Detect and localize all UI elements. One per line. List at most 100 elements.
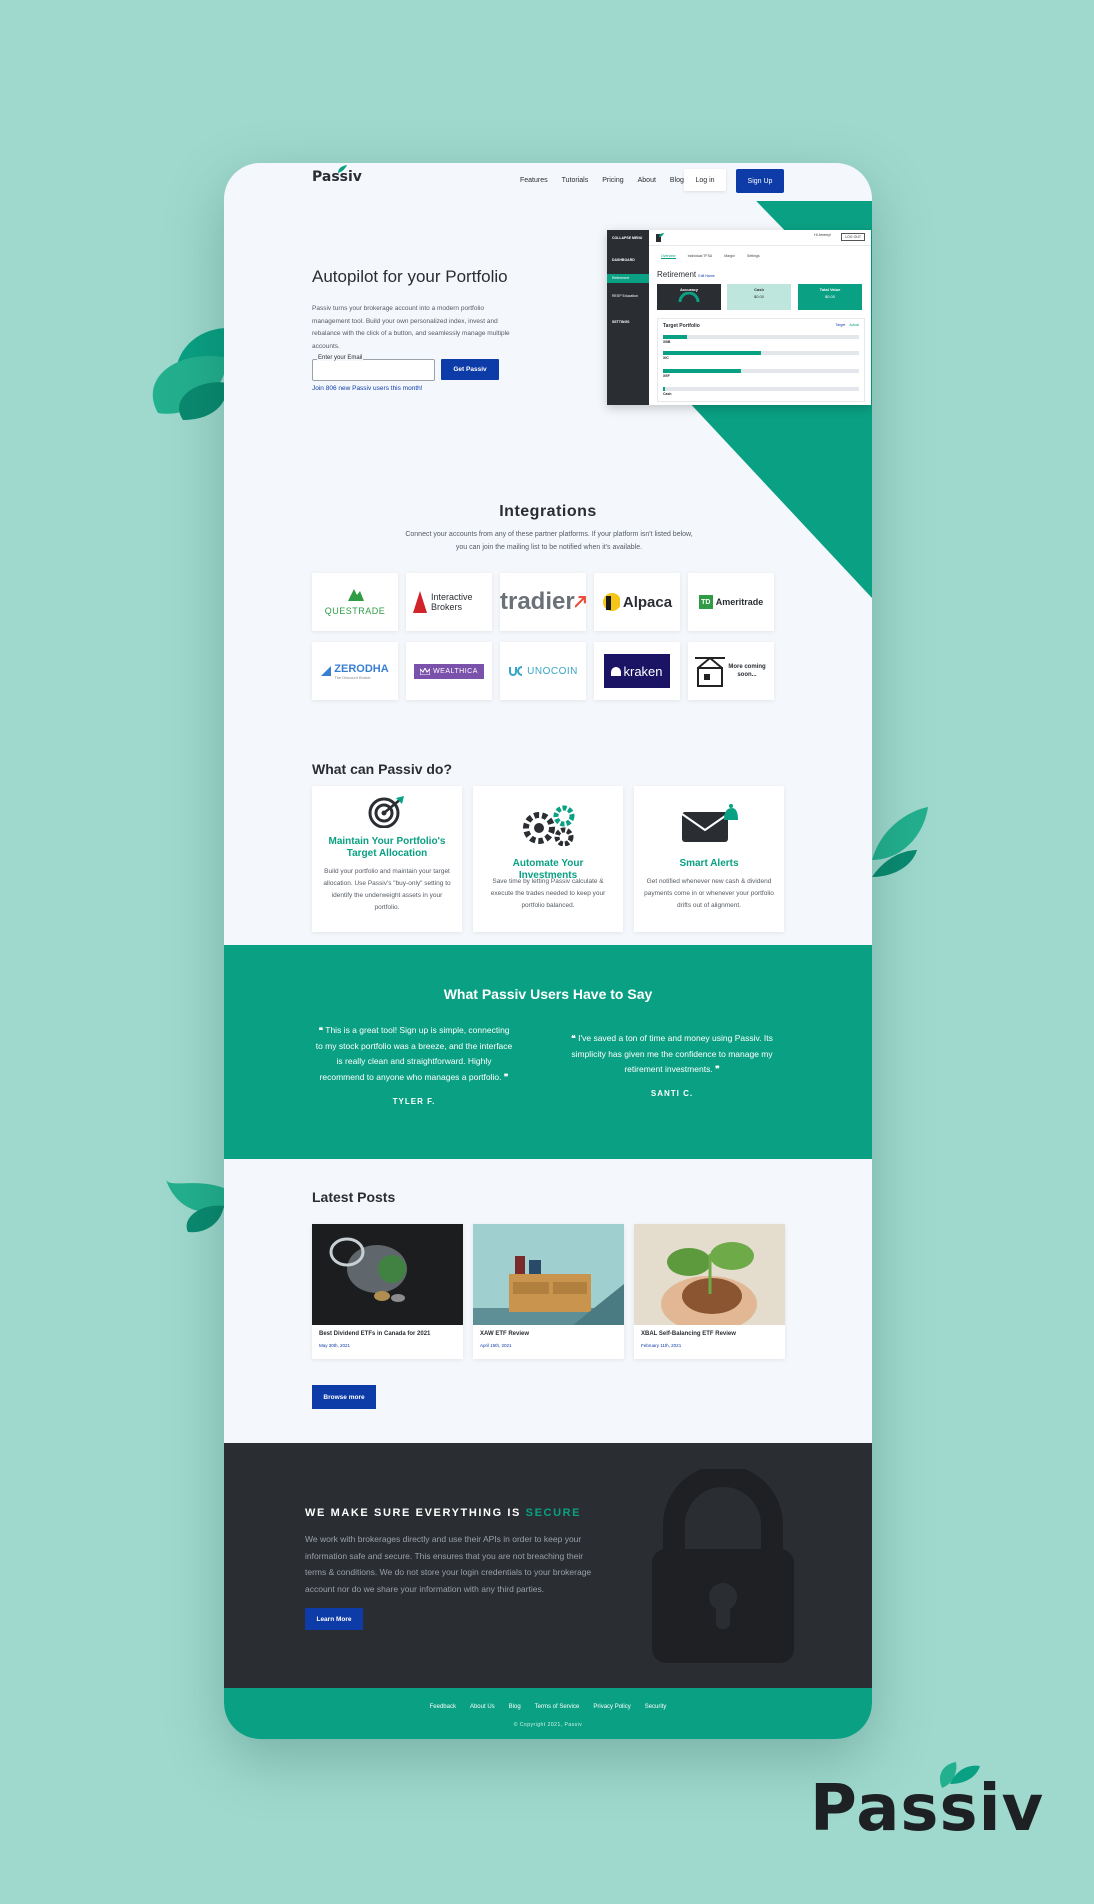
partner-unocoin[interactable]: UNOCOIN — [500, 642, 586, 700]
footer-link-security[interactable]: Security — [645, 1704, 667, 1710]
footer: Feedback About Us Blog Terms of Service … — [224, 1688, 872, 1739]
partner-ameritrade[interactable]: TD Ameritrade — [688, 573, 774, 631]
nav-link-features[interactable]: Features — [520, 177, 548, 184]
post-title: XAW ETF Review — [480, 1331, 530, 1337]
post-date: May 30th, 2021 — [319, 1343, 351, 1348]
nav-link-pricing[interactable]: Pricing — [602, 177, 623, 184]
holding-bar — [663, 369, 859, 373]
post-card[interactable]: Best Dividend ETFs in Canada for 2021 Ma… — [312, 1224, 463, 1359]
testimonial-text: I've saved a ton of time and money using… — [571, 1033, 773, 1074]
holding-symbol: Cash — [663, 392, 672, 396]
unocoin-logo-icon — [509, 666, 523, 676]
post-date: February 11th, 2021 — [641, 1343, 682, 1348]
testimonials-title: What Passiv Users Have to Say — [443, 986, 653, 1002]
feature-title: Maintain Your Portfolio's Target Allocat… — [328, 836, 446, 859]
post-card[interactable]: XAW ETF Review April 15th, 2021 — [473, 1224, 624, 1359]
footer-link-terms[interactable]: Terms of Service — [535, 1704, 580, 1710]
latest-posts-title: Latest Posts — [312, 1189, 396, 1205]
questrade-label: QUESTRADE — [324, 606, 386, 616]
cash-label: Cash — [754, 287, 764, 292]
kraken-logo-icon — [611, 666, 622, 676]
leaf-logo-icon — [939, 1762, 980, 1788]
post-image-sprout — [634, 1224, 785, 1325]
post-card[interactable]: XBAL Self-Balancing ETF Review February … — [634, 1224, 785, 1359]
footer-link-about[interactable]: About Us — [470, 1704, 495, 1710]
gears-icon — [523, 805, 575, 846]
target-portfolio-title: Target Portfolio — [663, 323, 700, 329]
dashboard-total-card: Total Value $0.00 — [798, 284, 862, 310]
dashboard-menu-label: COLLAPSE MENU — [612, 236, 643, 240]
partner-wealthica[interactable]: WEALTHICA — [406, 642, 492, 700]
dashboard-tab: Overview — [661, 254, 676, 259]
footer-link-feedback[interactable]: Feedback — [430, 1704, 456, 1710]
wealthica-badge: WEALTHICA — [414, 663, 484, 679]
kraken-label: kraken — [623, 663, 663, 679]
partner-kraken[interactable]: kraken — [594, 642, 680, 700]
latest-posts-section: Latest Posts Best Dividend ETFs in Canad… — [224, 1159, 872, 1443]
browse-more-button[interactable]: Browse more — [312, 1385, 376, 1409]
footer-link-privacy[interactable]: Privacy Policy — [593, 1704, 630, 1710]
holding-symbol: XBB — [663, 340, 671, 344]
feature-card-allocation: Maintain Your Portfolio's Target Allocat… — [312, 786, 462, 932]
testimonial-quote: ❝ This is a great tool! Sign up is simpl… — [314, 1023, 514, 1085]
partner-zerodha[interactable]: ZERODHA The Discount Broker — [312, 642, 398, 700]
holding-symbol: XEF — [663, 374, 670, 378]
unocoin-label: UNOCOIN — [527, 665, 578, 677]
security-title-prefix: WE MAKE SURE EVERYTHING IS — [305, 1507, 526, 1519]
integrations-description: Connect your accounts from any of these … — [405, 531, 693, 551]
kraken-badge: kraken — [604, 654, 670, 688]
nav-link-blog[interactable]: Blog — [670, 177, 684, 184]
testimonial-author: TYLER F. — [392, 1097, 436, 1106]
partner-tradier[interactable]: tradier — [500, 573, 586, 631]
dashboard-title-text: Retirement — [657, 270, 697, 279]
cash-value: $0.00 — [753, 294, 764, 299]
nav-links: Features Tutorials Pricing About Blog — [520, 177, 684, 184]
join-count-text: Join 806 new Passiv users this month! — [312, 385, 423, 392]
email-field[interactable] — [312, 359, 435, 381]
target-portfolio-panel: Target Portfolio Target Actual XBB XIC X… — [657, 318, 865, 402]
login-button[interactable]: Log in — [684, 169, 726, 191]
dashboard-preview: COLLAPSE MENU DASHBOARD Retirement RESP … — [607, 230, 871, 405]
signup-button[interactable]: Sign Up — [736, 169, 784, 193]
security-description: We work with brokerages directly and use… — [305, 1534, 592, 1594]
dashboard-user: Hi Jeremy! — [814, 233, 831, 237]
ameritrade-label: Ameritrade — [715, 597, 764, 607]
partner-questrade[interactable]: QUESTRADE — [312, 573, 398, 631]
dashboard-logout: LOG OUT — [841, 233, 865, 241]
footer-link-blog[interactable]: Blog — [509, 1704, 521, 1710]
legend-target: Target — [835, 323, 846, 327]
holding-bar — [663, 351, 859, 355]
nav-link-tutorials[interactable]: Tutorials — [562, 177, 589, 184]
dashboard-tab: Margin — [724, 254, 735, 258]
zerodha-logo-icon — [321, 666, 332, 676]
get-passiv-button[interactable]: Get Passiv — [441, 359, 499, 380]
learn-more-button[interactable]: Learn More — [305, 1608, 363, 1630]
dashboard-sidebar: COLLAPSE MENU DASHBOARD Retirement RESP … — [607, 230, 649, 405]
total-value: $0.00 — [824, 294, 835, 299]
leaf-decoration-left-top — [152, 328, 228, 420]
target-icon — [368, 796, 404, 828]
dashboard-tabs: Overview Individual TFSA Margin Settings — [661, 254, 760, 259]
partner-alpaca[interactable]: Alpaca — [594, 573, 680, 631]
passiv-logo[interactable]: Passiv — [312, 165, 362, 185]
feature-text: Get notified whenever new cash & dividen… — [644, 878, 774, 909]
leaf-decoration-right — [872, 807, 928, 877]
dashboard-side-item-active: Retirement — [607, 274, 649, 283]
post-title: Best Dividend ETFs in Canada for 2021 — [319, 1331, 431, 1337]
post-image-coin-jar — [312, 1224, 463, 1325]
nav-link-about[interactable]: About — [638, 177, 656, 184]
dashboard-topbar: Hi Jeremy! LOG OUT — [649, 230, 871, 246]
testimonials-section: What Passiv Users Have to Say ❝ This is … — [224, 945, 872, 1159]
legend-actual: Actual — [849, 323, 859, 327]
partner-interactive-brokers[interactable]: Interactive Brokers — [406, 573, 492, 631]
dashboard-tab: Settings — [746, 254, 760, 258]
dashboard-accuracy-card: Accuracy — [657, 284, 721, 310]
interactive-brokers-label: Interactive Brokers — [431, 592, 473, 612]
post-title: XBAL Self-Balancing ETF Review — [641, 1331, 736, 1337]
open-quote-icon: ❝ — [318, 1025, 324, 1035]
dashboard-side-item: DASHBOARD — [612, 258, 635, 262]
alpaca-label: Alpaca — [622, 593, 673, 611]
close-quote-icon: ❞ — [715, 1064, 720, 1074]
dashboard-side-item: RESP Education — [612, 294, 639, 298]
hero-description: Passiv turns your brokerage account into… — [312, 305, 510, 350]
